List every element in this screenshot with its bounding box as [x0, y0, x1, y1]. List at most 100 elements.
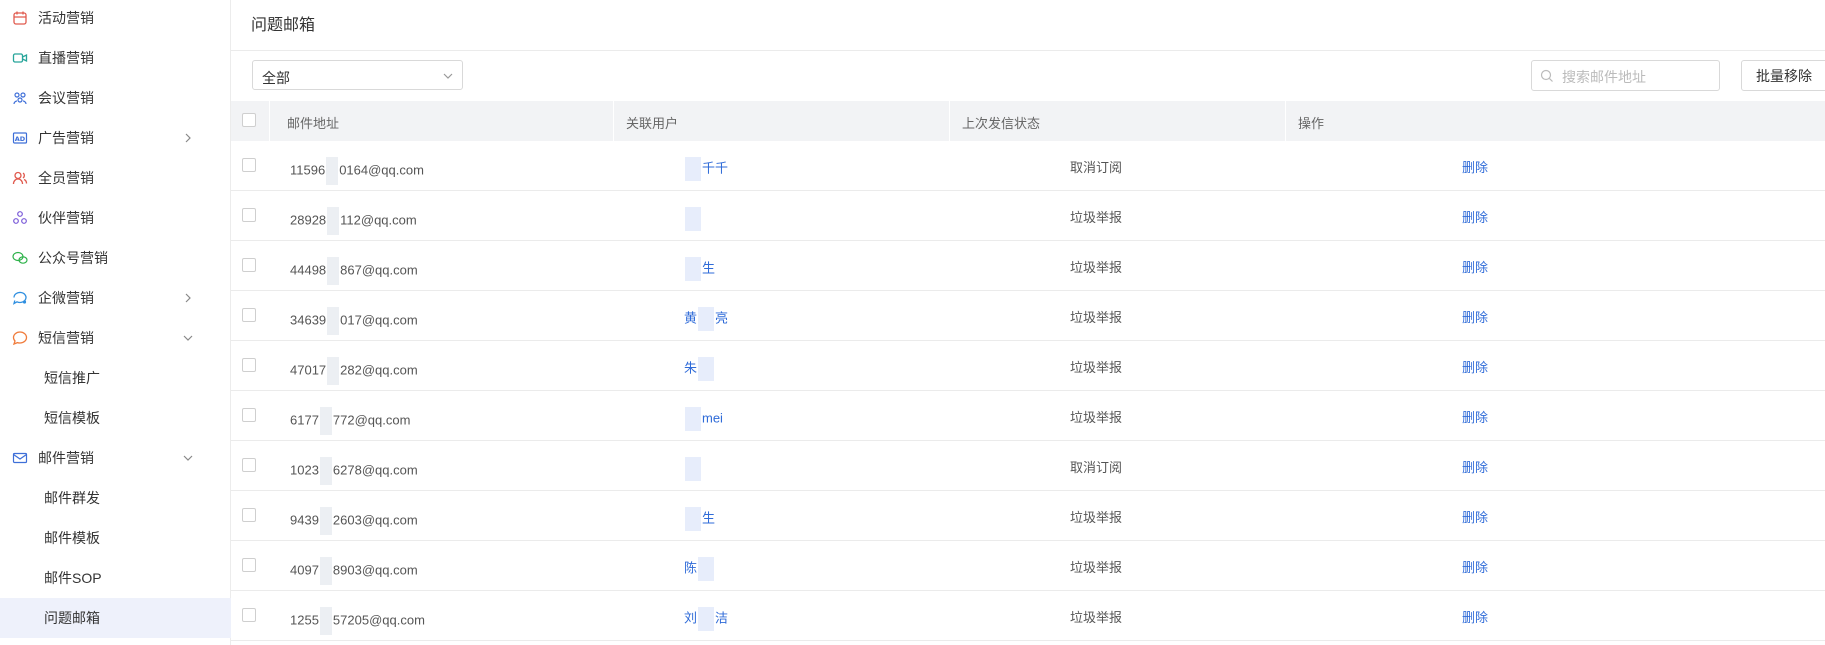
email-cell: 11596 0164@qq.com	[290, 157, 424, 185]
row-checkbox[interactable]	[242, 208, 256, 222]
people-group-icon	[12, 90, 28, 106]
sidebar-item[interactable]: 全员营销	[0, 158, 231, 198]
user-suffix: 生	[702, 260, 716, 276]
delete-link[interactable]: 删除	[1462, 257, 1488, 276]
sidebar-item[interactable]: 活动营销	[0, 0, 231, 38]
sidebar-item-label: 活动营销	[38, 10, 94, 26]
redaction-mask	[319, 457, 332, 485]
user-cell[interactable]: 生	[684, 257, 715, 281]
ad-icon: AD	[12, 130, 28, 146]
header-divider	[269, 101, 270, 141]
calendar-icon	[12, 10, 28, 26]
email-prefix: 9439	[290, 512, 319, 528]
redaction-mask	[319, 607, 332, 635]
delete-link[interactable]: 删除	[1462, 507, 1488, 526]
search-icon	[1540, 69, 1554, 83]
header-divider	[613, 101, 614, 141]
email-prefix: 28928	[290, 212, 327, 228]
email-prefix: 1255	[290, 612, 319, 628]
video-icon	[12, 50, 28, 66]
sidebar-item[interactable]: 短信推广	[0, 358, 231, 398]
sidebar-item-label: 邮件群发	[44, 490, 100, 506]
sidebar-item[interactable]: 企微营销	[0, 278, 231, 318]
user-cell[interactable]: 刘洁	[684, 607, 728, 631]
sidebar-item[interactable]: 短信模板	[0, 398, 231, 438]
row-checkbox[interactable]	[242, 558, 256, 572]
table-row: 47017 282@qq.com 朱 垃圾举报 删除	[231, 341, 1825, 391]
row-checkbox[interactable]	[242, 608, 256, 622]
mail-icon	[12, 450, 28, 466]
user-suffix: 生	[702, 510, 716, 526]
status-cell: 垃圾举报	[1070, 610, 1123, 625]
sidebar-item[interactable]: AD 广告营销	[0, 118, 231, 158]
sidebar-item[interactable]: 直播营销	[0, 38, 231, 78]
chat-icon	[12, 290, 28, 306]
row-checkbox[interactable]	[242, 158, 256, 172]
row-checkbox[interactable]	[242, 508, 256, 522]
delete-link[interactable]: 删除	[1462, 307, 1488, 326]
svg-text:AD: AD	[15, 135, 26, 143]
sidebar-item[interactable]: 邮件SOP	[0, 558, 231, 598]
email-suffix: 867@qq.com	[340, 262, 418, 278]
row-checkbox[interactable]	[242, 408, 256, 422]
delete-link[interactable]: 删除	[1462, 557, 1488, 576]
header-action: 操作	[1298, 116, 1325, 131]
sidebar-item[interactable]: 邮件模板	[0, 518, 231, 558]
row-checkbox[interactable]	[242, 458, 256, 472]
sidebar-item[interactable]: 短信营销	[0, 318, 231, 358]
main-content: 问题邮箱 全部 批量移除 邮件地址 关联用户 上次发信状态 操作 11596 01…	[231, 0, 1825, 645]
user-cell[interactable]: 黄亮	[684, 307, 728, 331]
delete-link[interactable]: 删除	[1462, 407, 1488, 426]
partner-icon	[12, 210, 28, 226]
sidebar: 活动营销直播营销 会议营销 AD 广告营销全员营销伙伴营销 公众号营销 企微营销 短信营销短…	[0, 0, 231, 645]
redaction-mask	[685, 507, 701, 531]
select-all-checkbox[interactable]	[242, 113, 256, 127]
row-checkbox[interactable]	[242, 258, 256, 272]
redaction-mask	[327, 357, 340, 385]
redaction-mask	[685, 257, 701, 281]
user-cell[interactable]	[684, 457, 702, 481]
sidebar-item[interactable]: 会议营销	[0, 78, 231, 118]
table-row: 44498 867@qq.com 生 垃圾举报 删除	[231, 241, 1825, 291]
email-cell: 9439 2603@qq.com	[290, 507, 418, 535]
sidebar-item-label: 全员营销	[38, 170, 94, 186]
status-cell: 垃圾举报	[1070, 310, 1123, 325]
sidebar-item-label: 广告营销	[38, 130, 94, 146]
email-prefix: 1023	[290, 462, 319, 478]
sidebar-item[interactable]: 公众号营销	[0, 238, 231, 278]
user-cell[interactable]: 朱	[684, 357, 715, 381]
delete-link[interactable]: 删除	[1462, 157, 1488, 176]
status-filter-select[interactable]: 全部	[252, 60, 463, 90]
row-checkbox[interactable]	[242, 358, 256, 372]
user-cell[interactable]: 生	[684, 507, 715, 531]
delete-link[interactable]: 删除	[1462, 457, 1488, 476]
email-cell: 6177 772@qq.com	[290, 407, 410, 435]
table-row: 34639 017@qq.com 黄亮垃圾举报 删除	[231, 291, 1825, 341]
email-prefix: 44498	[290, 262, 327, 278]
delete-link[interactable]: 删除	[1462, 207, 1488, 226]
sidebar-item[interactable]: 伙伴营销	[0, 198, 231, 238]
search-box[interactable]	[1531, 60, 1720, 91]
sidebar-item-label: 短信推广	[44, 370, 100, 386]
row-checkbox[interactable]	[242, 308, 256, 322]
user-cell[interactable]: 陈	[684, 557, 715, 581]
email-suffix: 772@qq.com	[332, 412, 411, 428]
status-cell: 垃圾举报	[1070, 260, 1123, 275]
batch-remove-button[interactable]: 批量移除	[1741, 60, 1825, 91]
status-cell: 垃圾举报	[1070, 510, 1123, 525]
user-cell[interactable]: mei	[684, 407, 723, 431]
header-status: 上次发信状态	[962, 116, 1041, 131]
search-input[interactable]	[1560, 65, 1714, 89]
title-divider	[231, 50, 1825, 51]
redaction-mask	[319, 507, 332, 535]
user-cell[interactable]	[684, 207, 702, 231]
sidebar-item[interactable]: 邮件群发	[0, 478, 231, 518]
sidebar-item[interactable]: 邮件营销	[0, 438, 231, 478]
sidebar-item[interactable]: 问题邮箱	[0, 598, 231, 638]
delete-link[interactable]: 删除	[1462, 357, 1488, 376]
redaction-mask	[319, 557, 332, 585]
delete-link[interactable]: 删除	[1462, 607, 1488, 626]
email-cell: 4097 8903@qq.com	[290, 557, 418, 585]
user-cell[interactable]: 千千	[684, 157, 728, 181]
email-suffix: 0164@qq.com	[339, 162, 424, 178]
